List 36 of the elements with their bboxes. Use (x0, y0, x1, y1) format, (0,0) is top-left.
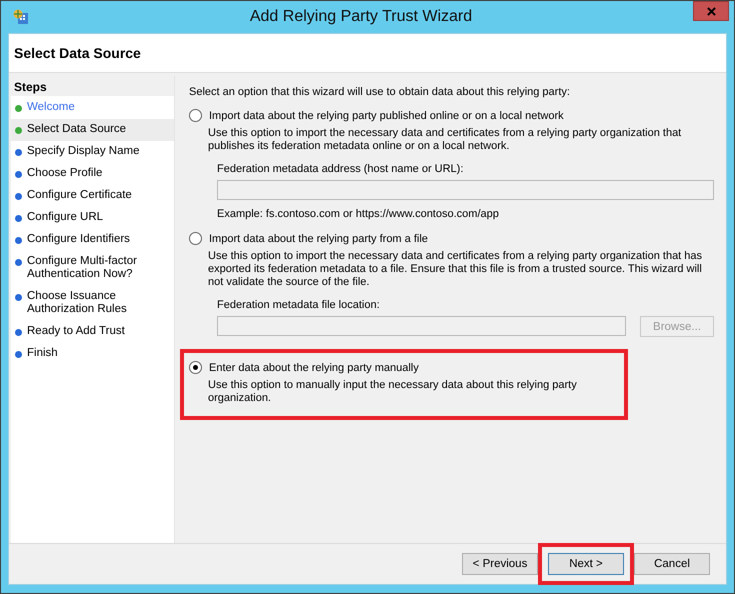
wizard-button[interactable]: < Previous (462, 553, 538, 575)
window-title: Add Relying Party Trust Wizard (248, 7, 474, 26)
example-text: Example: fs.contoso.com or https://www.contoso.com/app (217, 208, 500, 220)
radio-option[interactable]: Import data about the relying party published online or on a local network (189, 109, 714, 122)
option-description: Use this option to manually input the necessary data about this relying party organization. (208, 379, 578, 405)
step-item[interactable]: Select Data Source (11, 119, 174, 141)
close-button[interactable] (693, 1, 729, 21)
option-label: Import data about the relying party published online or on a local network (209, 110, 564, 122)
option-description: Use this option to import the necessary data and certificates from a relying party organization that has exported its federation metadata to a file. Ensure that this file is from a trusted source. This wizard will not validate the source of the file. (208, 250, 704, 289)
radio-option[interactable]: Import data about the relying party from a file (189, 232, 714, 245)
option-description: Use this option to import the necessary data and certificates from a relying party organization that publishes its federation metadata online or on a local network. (208, 127, 682, 153)
step-item[interactable]: Choose Issuance Authorization Rules (11, 286, 174, 321)
field-label: Federation metadata file location: (217, 299, 381, 311)
close-icon (706, 6, 716, 16)
step-item[interactable]: Configure Identifiers (11, 229, 174, 251)
page-title: Select Data Source (14, 45, 141, 61)
radio-button[interactable] (189, 232, 202, 245)
step-item[interactable]: Configure Certificate (11, 185, 174, 207)
step-item[interactable]: Configure Multi-factor Authentication Now? (11, 251, 174, 286)
radio-button[interactable] (189, 361, 202, 374)
option-label: Enter data about the relying party manually (209, 362, 419, 374)
step-item[interactable]: Configure URL (11, 207, 174, 229)
app-icon (13, 9, 29, 25)
step-item[interactable]: Choose Profile (11, 163, 174, 185)
radio-option[interactable]: Enter data about the relying party manually (189, 361, 620, 374)
option-label: Import data about the relying party from a file (209, 232, 428, 244)
field-label: Federation metadata address (host name or URL): (217, 163, 464, 175)
steps-heading: Steps (11, 76, 174, 96)
radio-button[interactable] (189, 109, 202, 122)
step-item[interactable]: Specify Display Name (11, 141, 174, 163)
step-item[interactable]: Finish (11, 343, 174, 365)
instruction-text: Select an option that this wizard will use to obtain data about this relying party: (189, 86, 571, 98)
wizard-button[interactable]: Next > (548, 553, 624, 575)
step-item[interactable]: Ready to Add Trust (11, 321, 174, 343)
step-item[interactable]: Welcome (11, 97, 174, 119)
wizard-button[interactable]: Cancel (634, 553, 710, 575)
